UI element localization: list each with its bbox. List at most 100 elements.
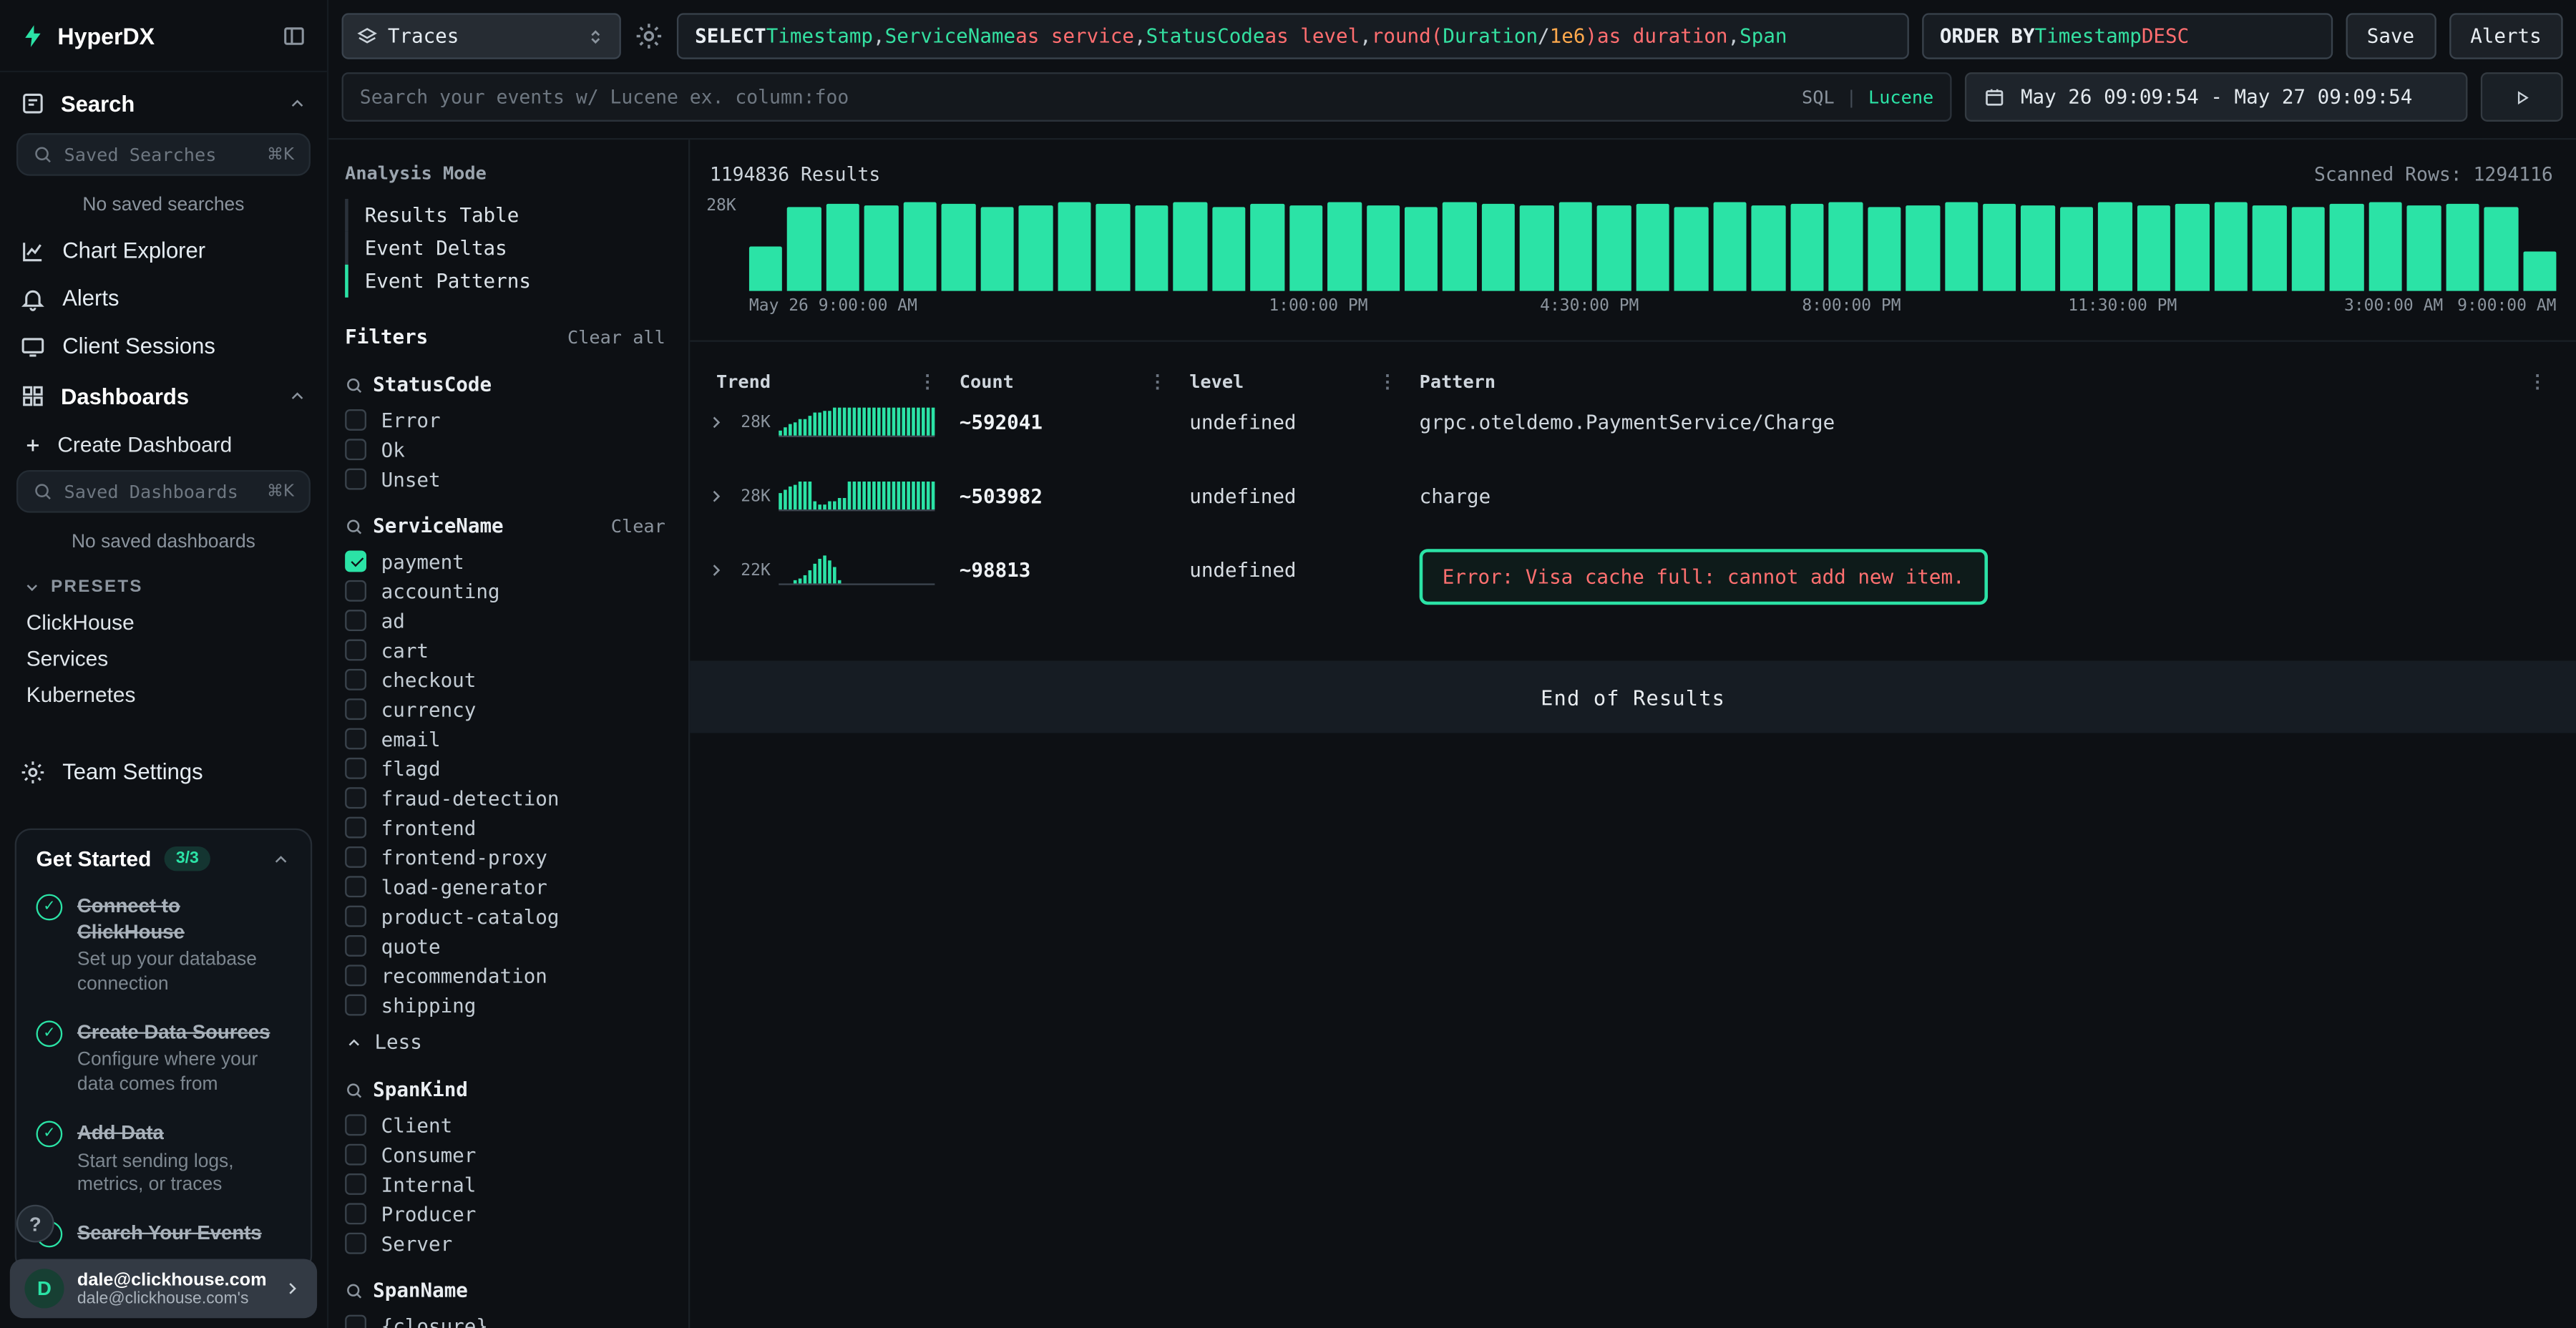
checkbox[interactable] (345, 906, 366, 927)
filter-option[interactable]: frontend-proxy (345, 846, 665, 868)
checkbox-checked[interactable] (345, 550, 366, 572)
date-range-picker[interactable]: May 26 09:09:54 - May 27 09:09:54 (1965, 72, 2468, 122)
filter-option[interactable]: currency (345, 698, 665, 720)
column-menu-icon[interactable]: ⋮ (918, 371, 936, 393)
expand-row-chevron-icon[interactable] (706, 413, 726, 433)
filter-option[interactable]: frontend (345, 817, 665, 839)
order-by-editor[interactable]: ORDER BY Timestamp DESC (1922, 13, 2333, 59)
expand-row-chevron-icon[interactable] (706, 487, 726, 507)
filter-option[interactable]: shipping (345, 995, 665, 1016)
filter-option[interactable]: recommendation (345, 965, 665, 986)
expand-row-chevron-icon[interactable] (706, 560, 726, 580)
checkbox[interactable] (345, 846, 366, 868)
filter-option[interactable]: load-generator (345, 876, 665, 897)
checkbox[interactable] (345, 787, 366, 809)
sidebar-item-alerts[interactable]: Alerts (0, 275, 327, 323)
column-header-trend[interactable]: Trend ⋮ (703, 371, 947, 393)
filter-option[interactable]: quote (345, 935, 665, 957)
get-started-step[interactable]: ✓Add DataStart sending logs, metrics, or… (36, 1120, 291, 1198)
checkbox[interactable] (345, 698, 366, 720)
analysis-mode-event-deltas[interactable]: Event Deltas (345, 232, 665, 265)
filter-option[interactable]: flagd (345, 758, 665, 779)
checkbox[interactable] (345, 1114, 366, 1136)
filter-option[interactable]: Ok (345, 439, 665, 460)
event-search-input[interactable] (360, 85, 1789, 108)
analysis-mode-event-patterns[interactable]: Event Patterns (345, 265, 665, 298)
checkbox[interactable] (345, 409, 366, 431)
filter-option[interactable]: Client (345, 1114, 665, 1136)
filter-option[interactable]: product-catalog (345, 906, 665, 927)
filter-option[interactable]: Consumer (345, 1144, 665, 1166)
sidebar-section-dashboards[interactable]: Dashboards (0, 370, 327, 421)
column-menu-icon[interactable]: ⋮ (1378, 371, 1396, 393)
table-row[interactable]: 22K~98813undefinedError: Visa cache full… (703, 541, 2557, 615)
lang-sql-option[interactable]: SQL (1802, 87, 1835, 108)
highlighted-error-pattern[interactable]: Error: Visa cache full: cannot add new i… (1420, 549, 1988, 605)
preset-kubernetes[interactable]: Kubernetes (0, 675, 327, 712)
saved-dashboards-input[interactable]: Saved Dashboards ⌘K (16, 470, 311, 513)
column-header-level[interactable]: level ⋮ (1176, 371, 1406, 393)
source-select[interactable]: Traces (342, 13, 621, 59)
alerts-button[interactable]: Alerts (2449, 13, 2562, 59)
saved-searches-input[interactable]: Saved Searches ⌘K (16, 133, 311, 176)
checkbox[interactable] (345, 758, 366, 779)
sidebar-item-chart-explorer[interactable]: Chart Explorer (0, 227, 327, 275)
checkbox[interactable] (345, 439, 366, 460)
sql-query-editor[interactable]: SELECT Timestamp, ServiceName as service… (677, 13, 1908, 59)
table-row[interactable]: 28K~503982undefinedcharge (703, 467, 2557, 540)
filter-option[interactable]: Error (345, 409, 665, 431)
chevron-up-icon[interactable] (288, 94, 308, 114)
event-search-box[interactable]: SQL | Lucene (342, 72, 1952, 122)
preset-services[interactable]: Services (0, 640, 327, 676)
checkbox[interactable] (345, 580, 366, 602)
checkbox[interactable] (345, 1203, 366, 1224)
column-menu-icon[interactable]: ⋮ (1148, 371, 1166, 393)
sidebar-item-client-sessions[interactable]: Client Sessions (0, 322, 327, 370)
analysis-mode-results-table[interactable]: Results Table (345, 199, 665, 232)
filter-option[interactable]: checkout (345, 669, 665, 690)
show-less-button[interactable]: Less (345, 1030, 665, 1053)
chevron-up-icon[interactable] (271, 849, 291, 869)
checkbox[interactable] (345, 1315, 366, 1328)
create-dashboard-button[interactable]: Create Dashboard (0, 421, 327, 465)
filter-option[interactable]: ad (345, 610, 665, 631)
sidebar-section-search[interactable]: Search (0, 72, 327, 128)
filter-option[interactable]: {closure} (345, 1315, 665, 1328)
checkbox[interactable] (345, 1144, 366, 1166)
get-started-step[interactable]: ✓Connect to ClickHouseSet up your databa… (36, 892, 291, 998)
checkbox[interactable] (345, 469, 366, 490)
column-menu-icon[interactable]: ⋮ (2528, 371, 2546, 393)
filter-option[interactable]: fraud-detection (345, 787, 665, 809)
checkbox[interactable] (345, 640, 366, 661)
get-started-step[interactable]: ✓Search Your Events (36, 1220, 291, 1250)
checkbox[interactable] (345, 876, 366, 897)
get-started-step[interactable]: ✓Create Data SourcesConfigure where your… (36, 1020, 291, 1098)
help-button[interactable]: ? (16, 1205, 54, 1243)
filter-option[interactable]: accounting (345, 580, 665, 602)
checkbox[interactable] (345, 728, 366, 750)
save-button[interactable]: Save (2346, 13, 2436, 59)
checkbox[interactable] (345, 995, 366, 1016)
filter-option[interactable]: Internal (345, 1173, 665, 1195)
checkbox[interactable] (345, 1173, 366, 1195)
filter-option[interactable]: Unset (345, 469, 665, 490)
presets-toggle[interactable]: PRESETS (0, 564, 327, 603)
column-header-pattern[interactable]: Pattern ⋮ (1406, 371, 2556, 393)
filter-option[interactable]: payment (345, 550, 665, 572)
checkbox[interactable] (345, 669, 366, 690)
chevron-up-icon[interactable] (288, 386, 308, 406)
preset-clickhouse[interactable]: ClickHouse (0, 603, 327, 640)
table-row[interactable]: 28K~592041undefinedgrpc.oteldemo.Payment… (703, 393, 2557, 467)
checkbox[interactable] (345, 935, 366, 957)
sidebar-item-team-settings[interactable]: Team Settings (0, 748, 327, 796)
sidebar-collapse-icon[interactable] (281, 22, 308, 49)
filter-option[interactable]: Producer (345, 1203, 665, 1224)
filter-option[interactable]: Server (345, 1233, 665, 1254)
run-query-button[interactable] (2481, 72, 2563, 122)
get-started-header[interactable]: Get Started 3/3 (36, 846, 291, 871)
clear-all-button[interactable]: Clear all (567, 327, 665, 348)
checkbox[interactable] (345, 1233, 366, 1254)
checkbox[interactable] (345, 965, 366, 986)
user-menu[interactable]: D dale@clickhouse.com dale@clickhouse.co… (10, 1259, 317, 1319)
checkbox[interactable] (345, 817, 366, 839)
